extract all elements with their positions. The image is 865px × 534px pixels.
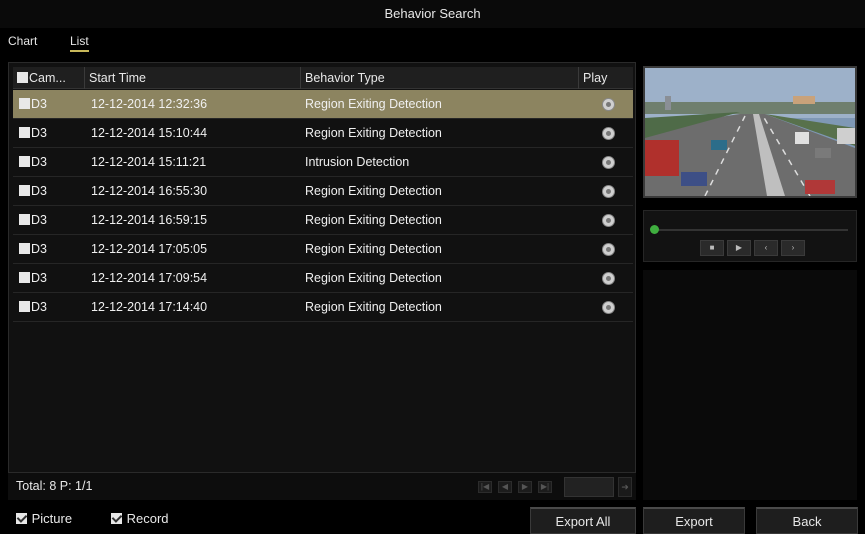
column-header-camera[interactable]: Cam... — [13, 67, 85, 89]
record-checkbox-icon[interactable] — [111, 513, 122, 524]
row-checkbox-icon[interactable] — [19, 214, 30, 225]
row-checkbox-icon[interactable] — [19, 272, 30, 283]
info-panel — [643, 270, 857, 500]
column-header-behavior-type[interactable]: Behavior Type — [301, 67, 579, 89]
row-play[interactable] — [583, 206, 633, 235]
export-all-button[interactable]: Export All — [530, 507, 636, 534]
row-behavior-type: Region Exiting Detection — [305, 126, 442, 140]
row-behavior-type: Region Exiting Detection — [305, 271, 442, 285]
row-play[interactable] — [583, 119, 633, 148]
row-checkbox-icon[interactable] — [19, 156, 30, 167]
row-play[interactable] — [583, 235, 633, 264]
row-camera[interactable]: D3 — [19, 293, 47, 322]
row-start-time: 12-12-2014 17:09:54 — [91, 271, 208, 285]
table-body: D3 12-12-2014 12:32:36 Region Exiting Dete… — [13, 90, 633, 322]
row-play[interactable] — [583, 90, 633, 119]
video-preview — [643, 66, 857, 198]
back-button[interactable]: Back — [756, 507, 858, 534]
row-play[interactable] — [583, 148, 633, 177]
table-row[interactable]: D3 12-12-2014 16:59:15 Region Exiting Dete… — [13, 206, 633, 235]
tab-bar: Chart List — [0, 30, 865, 54]
row-play[interactable] — [583, 293, 633, 322]
row-start-time: 12-12-2014 15:10:44 — [91, 126, 208, 140]
table-row[interactable]: D3 12-12-2014 15:10:44 Region Exiting Dete… — [13, 119, 633, 148]
row-behavior-type: Intrusion Detection — [305, 155, 410, 169]
row-start-time: 12-12-2014 17:14:40 — [91, 300, 208, 314]
row-start-time: 12-12-2014 16:55:30 — [91, 184, 208, 198]
go-page-button[interactable]: ➜ — [618, 477, 632, 497]
tab-chart[interactable]: Chart — [8, 34, 37, 50]
play-circle-icon[interactable] — [601, 272, 615, 285]
table-row[interactable]: D3 12-12-2014 17:05:05 Region Exiting Dete… — [13, 235, 633, 264]
play-circle-icon[interactable] — [601, 127, 615, 140]
pager: |◀ ◀ ▶ ▶| — [478, 481, 552, 493]
row-start-time: 12-12-2014 12:32:36 — [91, 97, 208, 111]
prev-page-button[interactable]: ◀ — [498, 481, 512, 493]
play-circle-icon[interactable] — [601, 301, 615, 314]
list-footer: Total: 8 P: 1/1 |◀ ◀ ▶ ▶| ➜ — [8, 472, 636, 500]
select-all-checkbox-icon[interactable] — [17, 72, 28, 83]
table-row[interactable]: D3 12-12-2014 17:14:40 Region Exiting Dete… — [13, 293, 633, 322]
export-button[interactable]: Export — [643, 507, 745, 534]
total-count: Total: 8 P: 1/1 — [16, 479, 93, 493]
row-behavior-type: Region Exiting Detection — [305, 300, 442, 314]
highway-preview-image — [645, 68, 855, 196]
next-frame-icon[interactable]: › — [781, 240, 805, 256]
page-number-input[interactable] — [564, 477, 614, 497]
row-behavior-type: Region Exiting Detection — [305, 242, 442, 256]
row-checkbox-icon[interactable] — [19, 301, 30, 312]
picture-checkbox-icon[interactable] — [16, 513, 27, 524]
play-circle-icon[interactable] — [601, 185, 615, 198]
row-camera[interactable]: D3 — [19, 264, 47, 293]
column-header-play: Play — [583, 71, 608, 85]
row-checkbox-icon[interactable] — [19, 185, 30, 196]
row-behavior-type: Region Exiting Detection — [305, 213, 442, 227]
bottom-bar: Picture Record Export All Export Back — [0, 504, 865, 534]
tab-list[interactable]: List — [70, 34, 89, 52]
row-camera[interactable]: D3 — [19, 90, 47, 119]
row-behavior-type: Region Exiting Detection — [305, 184, 442, 198]
window-title: Behavior Search — [0, 0, 865, 28]
play-icon[interactable]: ▶ — [727, 240, 751, 256]
last-page-button[interactable]: ▶| — [538, 481, 552, 493]
record-option[interactable]: Record — [111, 511, 169, 526]
row-camera[interactable]: D3 — [19, 119, 47, 148]
table-row[interactable]: D3 12-12-2014 12:32:36 Region Exiting Dete… — [13, 90, 633, 119]
timeline-marker-icon[interactable] — [650, 225, 659, 234]
play-circle-icon[interactable] — [601, 98, 615, 111]
row-start-time: 12-12-2014 17:05:05 — [91, 242, 208, 256]
table-row[interactable]: D3 12-12-2014 16:55:30 Region Exiting Dete… — [13, 177, 633, 206]
row-camera[interactable]: D3 — [19, 235, 47, 264]
first-page-button[interactable]: |◀ — [478, 481, 492, 493]
column-header-start-time[interactable]: Start Time — [85, 67, 301, 89]
table-row[interactable]: D3 12-12-2014 15:11:21 Intrusion Detection — [13, 148, 633, 177]
row-start-time: 12-12-2014 15:11:21 — [91, 155, 207, 169]
play-circle-icon[interactable] — [601, 214, 615, 227]
row-checkbox-icon[interactable] — [19, 98, 30, 109]
row-camera[interactable]: D3 — [19, 148, 47, 177]
row-checkbox-icon[interactable] — [19, 127, 30, 138]
row-camera[interactable]: D3 — [19, 177, 47, 206]
result-list-panel: Cam... Start Time Behavior Type Play D3 1… — [8, 62, 636, 500]
row-play[interactable] — [583, 177, 633, 206]
row-start-time: 12-12-2014 16:59:15 — [91, 213, 208, 227]
next-page-button[interactable]: ▶ — [518, 481, 532, 493]
picture-option[interactable]: Picture — [16, 511, 72, 526]
stop-icon[interactable]: ■ — [700, 240, 724, 256]
table-header: Cam... Start Time Behavior Type Play — [13, 67, 633, 89]
playback-timeline[interactable] — [654, 229, 848, 231]
row-behavior-type: Region Exiting Detection — [305, 97, 442, 111]
row-camera[interactable]: D3 — [19, 206, 47, 235]
playback-button-group: ■ ▶ ‹ › — [700, 240, 805, 256]
playback-controls: ■ ▶ ‹ › — [643, 210, 857, 262]
play-circle-icon[interactable] — [601, 243, 615, 256]
prev-frame-icon[interactable]: ‹ — [754, 240, 778, 256]
row-checkbox-icon[interactable] — [19, 243, 30, 254]
table-row[interactable]: D3 12-12-2014 17:09:54 Region Exiting Dete… — [13, 264, 633, 293]
play-circle-icon[interactable] — [601, 156, 615, 169]
row-play[interactable] — [583, 264, 633, 293]
